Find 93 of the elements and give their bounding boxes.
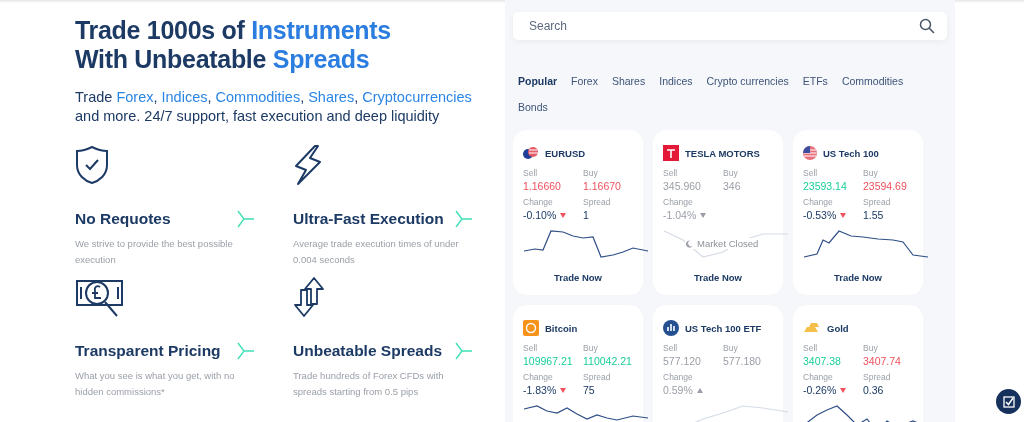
- buy-price: 1.16670: [583, 179, 622, 193]
- feature-title: No Requotes: [75, 210, 171, 228]
- sell-price: 577.120: [663, 354, 702, 368]
- feature-description: Average trade execution times of under 0.004 seconds: [293, 237, 460, 267]
- spread-value: 75: [583, 383, 596, 397]
- sell-price: 1.16660: [523, 179, 562, 193]
- intro-text: Trade Forex, Indices, Commodities, Shares, Cryptocurrencies and more. 24/7 support, fast execution and deep liquidity: [75, 88, 473, 126]
- spread-label: Spread: [863, 372, 892, 383]
- spread-label: Spread: [863, 197, 892, 208]
- buy-price: 110042.21: [583, 354, 633, 368]
- category-tab[interactable]: Bonds: [518, 99, 548, 116]
- change-label: Change: [523, 372, 554, 383]
- feature-title: Ultra-Fast Execution: [293, 210, 444, 228]
- logo-icon: [663, 145, 679, 161]
- bar-chart-icon: [663, 320, 679, 336]
- buy-label: Buy: [863, 168, 879, 179]
- feature-description: Trade hundreds of Forex CFDs with spreads starting from 0.5 pips: [293, 369, 445, 399]
- instrument-name: EURUSD: [545, 147, 586, 159]
- category-tab[interactable]: Indices: [659, 73, 693, 90]
- change-value: -1.83%: [523, 383, 557, 397]
- feature-title: Unbeatable Spreads: [293, 342, 443, 360]
- sell-label: Sell: [803, 343, 819, 354]
- category-tab[interactable]: Forex: [571, 73, 598, 90]
- change-value: -0.10%: [523, 208, 557, 222]
- instrument-name: Gold: [827, 322, 849, 334]
- buy-label: Buy: [583, 343, 599, 354]
- lightning-icon: [293, 144, 323, 186]
- coin-icon: [523, 320, 539, 336]
- trade-now-link[interactable]: Trade Now: [833, 272, 882, 283]
- category-tab[interactable]: Popular: [518, 73, 558, 90]
- market-link[interactable]: Cryptocurrencies: [362, 89, 472, 105]
- sell-price: 109967.21: [523, 354, 574, 368]
- chevron-icon: [455, 210, 473, 228]
- sell-price: 23593.14: [803, 179, 848, 193]
- search-field[interactable]: Search: [513, 12, 947, 40]
- sell-price: 3407.38: [803, 354, 842, 368]
- chevron-icon: [455, 342, 473, 360]
- trade-now-link[interactable]: Trade Now: [553, 272, 602, 283]
- shield-check-icon: [75, 144, 109, 186]
- instrument-name: US Tech 100: [823, 147, 879, 159]
- spread-label: Spread: [583, 372, 612, 383]
- category-tab[interactable]: ETFs: [802, 73, 828, 90]
- trade-now-link[interactable]: Trade Now: [693, 272, 742, 283]
- market-link[interactable]: Forex: [116, 89, 154, 105]
- sell-price: 345.960: [663, 179, 702, 193]
- change-label: Change: [803, 197, 834, 208]
- spread-value: 1: [583, 208, 590, 222]
- sell-label: Sell: [523, 343, 539, 354]
- change-label: Change: [803, 372, 834, 383]
- category-tab[interactable]: Shares: [611, 73, 646, 90]
- buy-price: 3407.74: [863, 354, 902, 368]
- market-status: Market Closed: [697, 238, 759, 249]
- feature-description: We strive to provide the best possible execution: [75, 237, 234, 267]
- feature-title: Transparent Pricing: [75, 342, 221, 360]
- checkbox-icon[interactable]: [1002, 395, 1015, 408]
- spread-value: 0.36: [863, 383, 885, 397]
- change-value: -0.26%: [803, 383, 837, 397]
- help-chat-button[interactable]: [996, 389, 1021, 414]
- instrument-name: Bitcoin: [545, 322, 578, 334]
- instrument-name: US Tech 100 ETF: [685, 322, 762, 334]
- buy-price: 577.180: [723, 354, 762, 368]
- chevron-icon: [237, 342, 255, 360]
- buy-label: Buy: [723, 343, 739, 354]
- flag-icon: [803, 146, 817, 160]
- spread-label: Spread: [583, 197, 612, 208]
- buy-label: Buy: [583, 168, 599, 179]
- sell-label: Sell: [663, 343, 679, 354]
- search-icon[interactable]: [919, 18, 935, 34]
- feature-description: What you see is what you get, with no hidden commissions*: [75, 369, 236, 399]
- flags-icon: [523, 146, 539, 160]
- headline: Trade 1000s of Instruments With Unbeatable Spreads: [75, 16, 392, 74]
- buy-price: 23594.69: [863, 179, 908, 193]
- category-tab[interactable]: Commodities: [841, 73, 904, 90]
- market-link[interactable]: Indices: [161, 89, 208, 105]
- sell-label: Sell: [663, 168, 679, 179]
- chevron-icon: [237, 210, 255, 228]
- ingot-icon: [803, 322, 821, 334]
- buy-label: Buy: [723, 168, 739, 179]
- instrument-name: TESLA MOTORS: [685, 147, 760, 159]
- category-tab[interactable]: Crypto currencies: [706, 73, 789, 90]
- change-label: Change: [523, 197, 554, 208]
- moon-icon: [685, 239, 693, 248]
- buy-price: 346: [723, 179, 742, 193]
- change-value: -1.04%: [663, 208, 697, 222]
- sell-label: Sell: [523, 168, 539, 179]
- change-value: 0.59%: [663, 383, 693, 397]
- change-label: Change: [663, 197, 694, 208]
- buy-label: Buy: [863, 343, 879, 354]
- swap-arrows-icon: [293, 276, 325, 318]
- sell-label: Sell: [803, 168, 819, 179]
- spread-value: 1.55: [863, 208, 885, 222]
- change-value: -0.53%: [803, 208, 837, 222]
- change-label: Change: [663, 372, 694, 383]
